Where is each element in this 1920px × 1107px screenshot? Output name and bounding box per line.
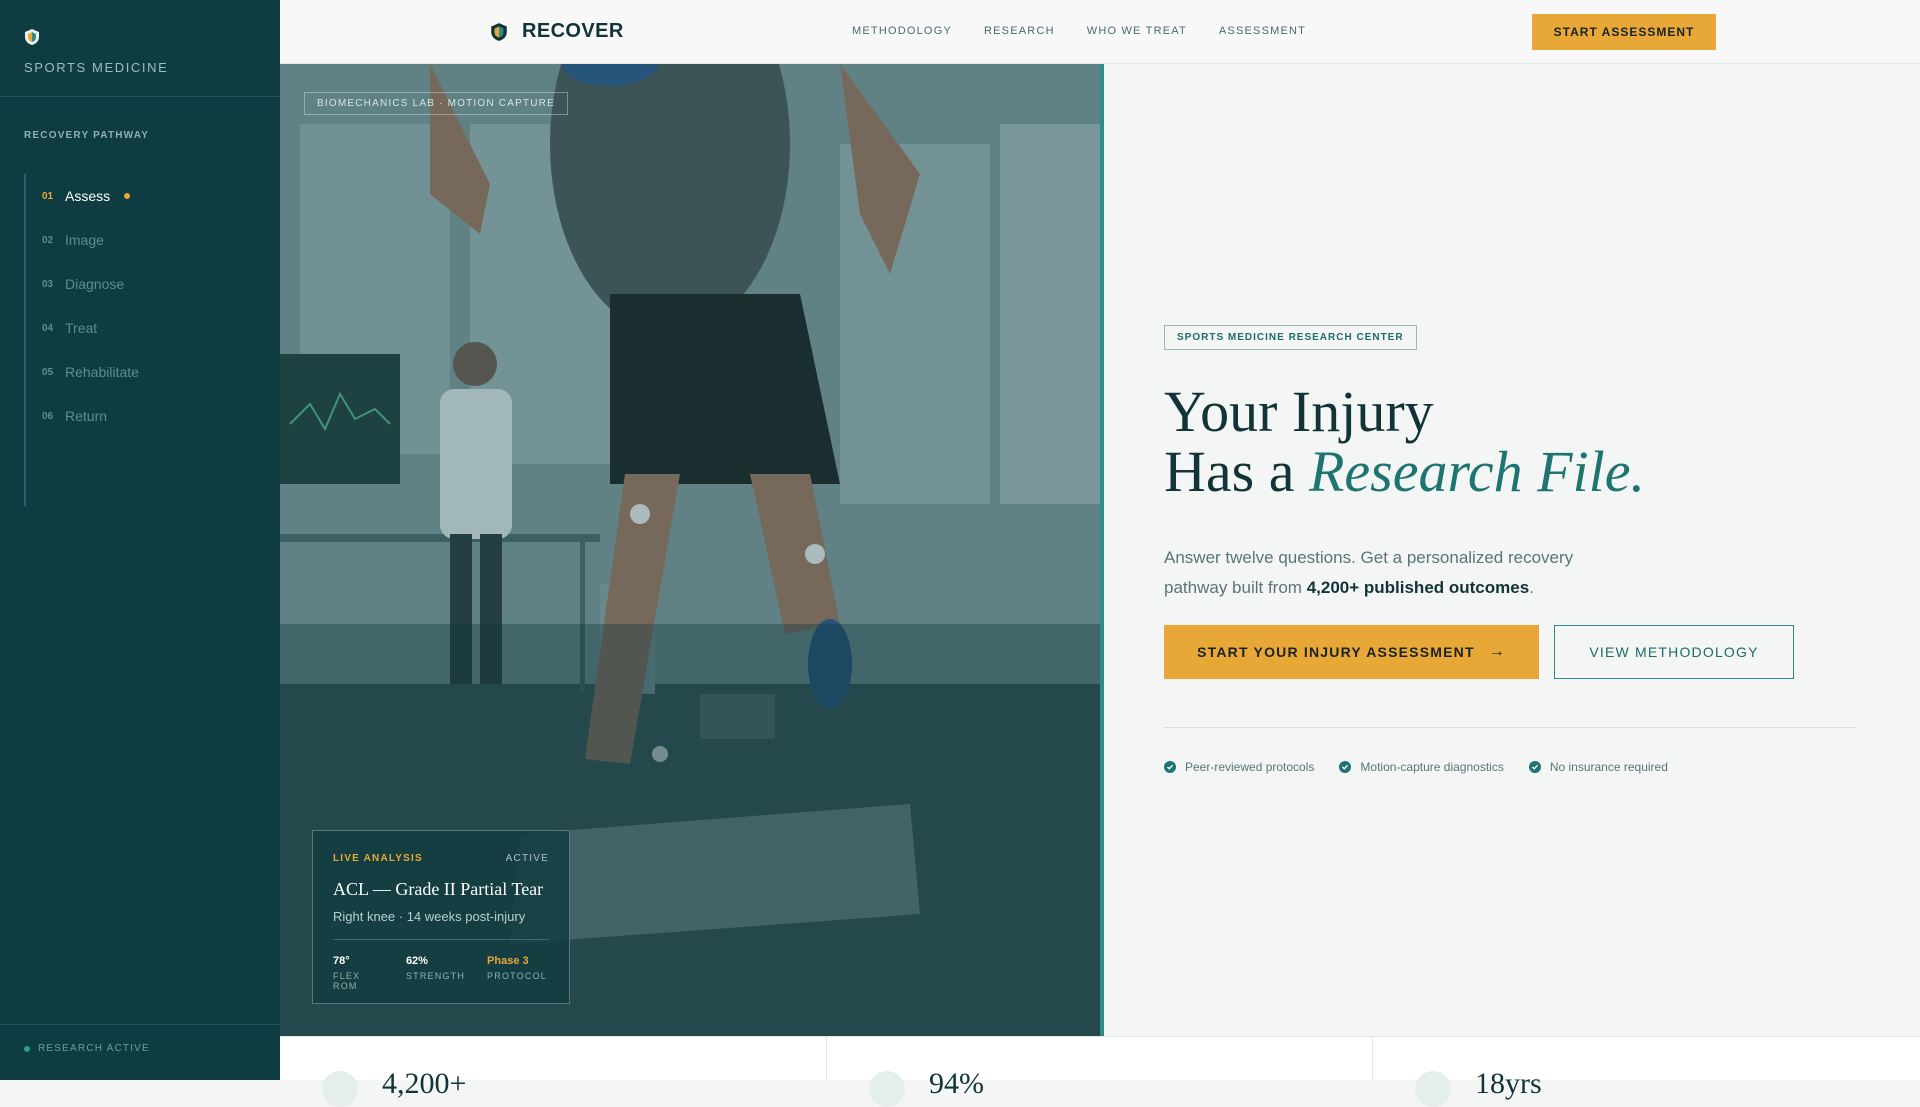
shield-logo-icon [25,29,39,45]
stat-icon [1415,1071,1451,1107]
step-number: 03 [42,278,54,290]
research-status-label: RESEARCH ACTIVE [38,1043,150,1054]
live-analysis-label: LIVE ANALYSIS [333,853,423,864]
metric-flex-rom: 78° FLEX ROM [333,955,384,991]
nav-link-methodology[interactable]: METHODOLOGY [852,25,952,37]
trust-item: Peer-reviewed protocols [1164,760,1314,774]
trust-item: Motion-capture diagnostics [1339,760,1504,774]
metric-strength: 62% STRENGTH [406,955,465,991]
view-methodology-button[interactable]: VIEW METHODOLOGY [1554,625,1794,679]
trust-label: Peer-reviewed protocols [1185,760,1315,774]
pathway-step-image[interactable]: 02 Image [42,218,139,262]
brand-name: RECOVER [522,20,624,42]
stat-icon [322,1071,358,1107]
sidebar-brand: SPORTS MEDICINE [24,28,167,75]
step-number: 04 [42,322,54,334]
headline-line-1: Your Injury [1164,379,1434,444]
stat-value: 18yrs [1475,1067,1542,1100]
step-number: 01 [42,190,54,202]
lead-end: . [1529,578,1534,597]
arrow-right-icon: → [1488,643,1506,660]
stat-published-outcomes: 4,200+ [280,1037,825,1107]
trust-label: Motion-capture diagnostics [1360,760,1504,774]
stat-value: 94% [929,1067,984,1100]
trust-item: No insurance required [1528,760,1668,774]
step-label: Return [65,408,108,424]
stat-success-rate: 94% [827,1037,1372,1107]
hero-lead: Answer twelve questions. Get a personali… [1164,543,1634,603]
status-dot-icon [24,1045,30,1052]
button-label: START YOUR INJURY ASSESSMENT [1197,644,1475,660]
step-label: Rehabilitate [65,364,139,380]
research-status: RESEARCH ACTIVE [24,1043,150,1054]
check-circle-icon [1339,761,1352,773]
pathway-step-treat[interactable]: 04 Treat [42,306,139,350]
metric-value: Phase 3 [487,955,529,967]
card-divider [333,939,549,940]
sidebar-brand-label: SPORTS MEDICINE [24,60,169,75]
active-step-dot-icon [124,193,131,199]
check-circle-icon [1528,761,1541,773]
step-number: 05 [42,366,54,378]
diagnosis-subtitle: Right knee · 14 weeks post-injury [333,909,526,924]
metric-label: PROTOCOL [487,971,547,981]
metric-label: STRENGTH [405,971,466,981]
step-label: Assess [65,188,111,204]
step-label: Treat [65,320,98,336]
site-brand[interactable]: RECOVER [490,20,624,43]
stats-strip: 4,200+ 94% 18yrs [280,1036,1920,1107]
status-badge: ACTIVE [505,853,549,864]
diagnosis-title: ACL — Grade II Partial Tear [333,879,544,899]
pathway-step-assess[interactable]: 01 Assess [42,174,139,218]
hero-photo-panel: BIOMECHANICS LAB · MOTION CAPTURE LIVE A… [280,64,1100,1036]
metric-protocol: Phase 3 PROTOCOL [487,955,547,991]
metric-label: FLEX ROM [333,971,361,991]
metrics-row: 78° FLEX ROM 62% STRENGTH Phase 3 PROTOC… [333,955,569,991]
trust-label: No insurance required [1549,760,1668,774]
start-injury-assessment-button[interactable]: START YOUR INJURY ASSESSMENT → [1164,625,1539,679]
pathway-steps: 01 Assess 02 Image 03 Diagnose 04 Treat … [42,174,139,438]
headline-line-2-prefix: Has a [1164,439,1309,504]
sidebar-section-title: RECOVERY PATHWAY [24,130,150,141]
sidebar-footer-divider [0,1024,280,1025]
live-analysis-card: LIVE ANALYSIS ACTIVE ACL — Grade II Part… [312,830,570,1004]
step-number: 06 [42,410,54,422]
shield-logo-icon [491,22,507,41]
headline-emphasis: Research File. [1308,439,1646,504]
hero-content: SPORTS MEDICINE RESEARCH CENTER Your Inj… [1164,0,1864,1036]
image-caption-tag: BIOMECHANICS LAB · MOTION CAPTURE [304,92,568,115]
nav-link-research[interactable]: RESEARCH [984,25,1055,37]
content-divider [1164,727,1856,728]
pathway-rail [24,174,26,506]
stat-value: 4,200+ [382,1067,467,1100]
stat-years: 18yrs [1373,1037,1920,1107]
hero-headline: Your Injury Has a Research File. [1164,382,1645,502]
sidebar-divider [0,96,280,97]
step-number: 02 [42,234,54,246]
research-center-badge: SPORTS MEDICINE RESEARCH CENTER [1164,325,1417,350]
check-circle-icon [1164,761,1176,773]
step-label: Diagnose [65,276,125,292]
trust-indicators: Peer-reviewed protocols Motion-capture d… [1164,760,1693,774]
pathway-step-rehabilitate[interactable]: 05 Rehabilitate [42,350,139,394]
metric-value: 78° [333,955,350,967]
pathway-step-diagnose[interactable]: 03 Diagnose [42,262,139,306]
sidebar: SPORTS MEDICINE RECOVERY PATHWAY 01 Asse… [0,0,280,1080]
pathway-step-return[interactable]: 06 Return [42,394,139,438]
lead-highlight: 4,200+ published outcomes [1306,578,1530,597]
metric-value: 62% [405,955,428,967]
stat-icon [869,1071,905,1107]
hero-accent-bar [1100,64,1104,1036]
step-label: Image [65,232,104,248]
